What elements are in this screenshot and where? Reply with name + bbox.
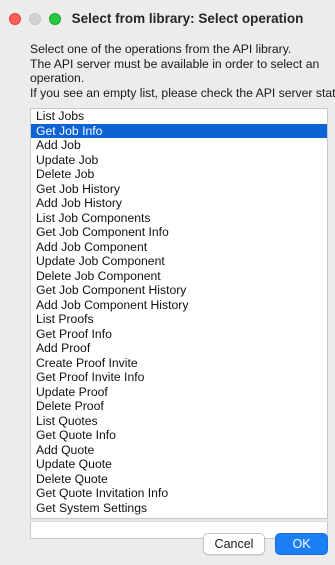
- operation-list-item[interactable]: Update Job Component: [31, 254, 327, 269]
- instructions-text: Select one of the operations from the AP…: [30, 42, 335, 100]
- operation-list-item[interactable]: Get System Settings: [31, 501, 327, 516]
- dialog-buttons: Cancel OK: [203, 533, 328, 555]
- instructions-line: If you see an empty list, please check t…: [30, 85, 335, 100]
- window-title: Select from library: Select operation: [71, 11, 304, 26]
- instructions-line: Select one of the operations from the AP…: [30, 42, 292, 56]
- operation-list-item[interactable]: Delete Proof: [31, 399, 327, 414]
- operation-list-item[interactable]: List Proofs: [31, 312, 327, 327]
- instructions-line: The API server must be available in orde…: [30, 56, 320, 71]
- operation-list-item[interactable]: Delete Job: [31, 167, 327, 182]
- operation-list-item[interactable]: Delete Quote: [31, 472, 327, 487]
- operation-list-item[interactable]: Get Quote Info: [31, 428, 327, 443]
- operation-list-item[interactable]: List Jobs: [31, 109, 327, 124]
- operation-list-item[interactable]: Add Job Component: [31, 240, 327, 255]
- operation-list-item[interactable]: Get Job Component History: [31, 283, 327, 298]
- operation-list-item[interactable]: Add Job History: [31, 196, 327, 211]
- operation-list-item[interactable]: Update Quote: [31, 457, 327, 472]
- operation-list-item[interactable]: Add Quote: [31, 443, 327, 458]
- operation-list-item[interactable]: Get Proof Invite Info: [31, 370, 327, 385]
- operation-list-item[interactable]: Add Proof: [31, 341, 327, 356]
- operation-list-item[interactable]: Create Proof Invite: [31, 356, 327, 371]
- instructions-line: operation.: [30, 71, 85, 85]
- ok-button[interactable]: OK: [275, 533, 328, 555]
- title-bar: Select from library: Select operation: [0, 0, 335, 38]
- operation-list-item[interactable]: Get Quote Invitation Info: [31, 486, 327, 501]
- operation-list-item[interactable]: List Quotes: [31, 414, 327, 429]
- operation-list-item[interactable]: Get Job Info: [31, 123, 327, 138]
- operation-list-item[interactable]: Update Job: [31, 153, 327, 168]
- operation-list-item[interactable]: List Job Components: [31, 211, 327, 226]
- operation-list-item[interactable]: Update Proof: [31, 385, 327, 400]
- operation-list-item[interactable]: Add Job Component History: [31, 298, 327, 313]
- operation-list-item[interactable]: Get Job Component Info: [31, 225, 327, 240]
- dialog-window: Select from library: Select operation Se…: [0, 0, 335, 565]
- operation-list-item[interactable]: Get Job History: [31, 182, 327, 197]
- operation-list-item[interactable]: Delete Job Component: [31, 269, 327, 284]
- operations-list[interactable]: List Jobs Get Job Info Add Job Update Job De…: [30, 108, 328, 539]
- operation-list-item[interactable]: Get Proof Info: [31, 327, 327, 342]
- cancel-button[interactable]: Cancel: [203, 533, 265, 555]
- list-horizontal-scrollbar[interactable]: [30, 518, 328, 522]
- operation-list-item[interactable]: Add Job: [31, 138, 327, 153]
